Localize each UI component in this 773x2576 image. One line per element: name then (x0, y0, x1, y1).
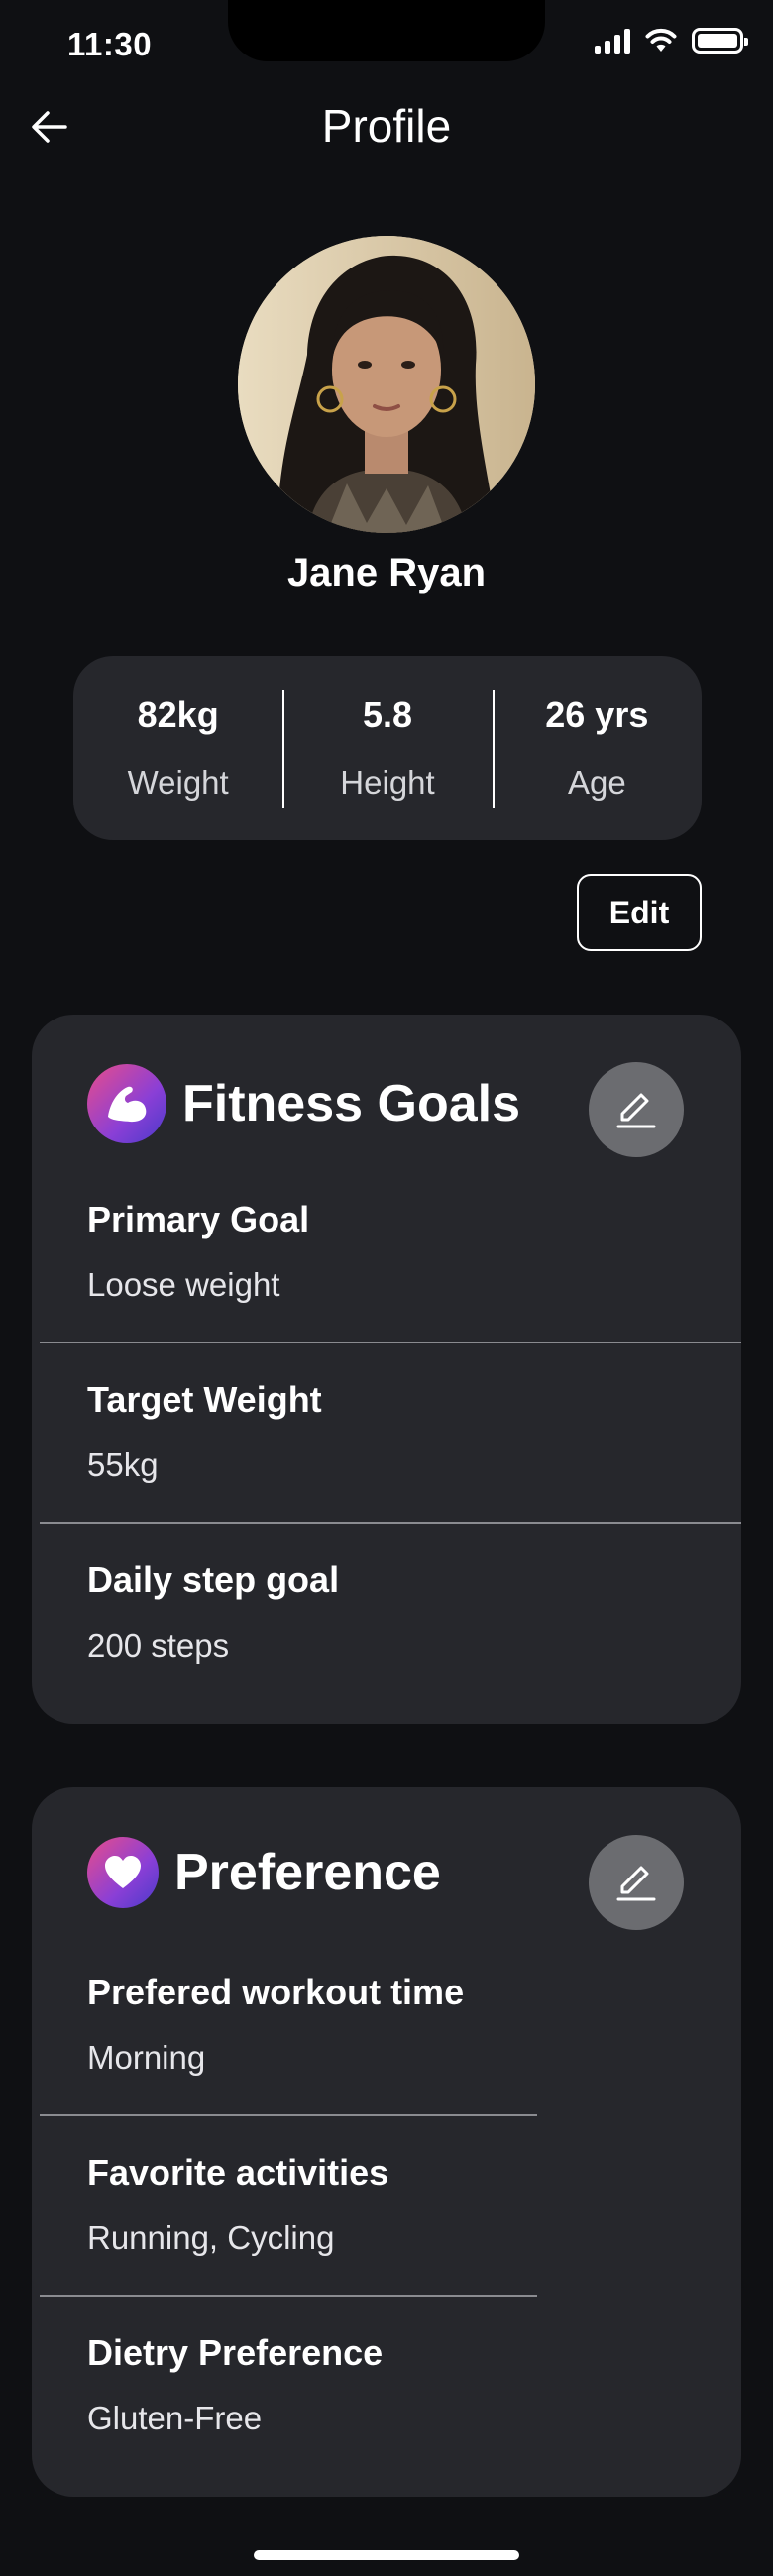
field-value: Loose weight (87, 1266, 280, 1303)
page-title: Profile (321, 100, 452, 152)
fitness-goals-badge (87, 1064, 166, 1143)
field-label: Favorite activities (87, 2152, 389, 2193)
divider (40, 2295, 537, 2297)
edit-fitness-goals-button[interactable] (589, 1062, 684, 1157)
field-label: Daily step goal (87, 1559, 340, 1600)
stat-age: 26 yrs Age (492, 656, 702, 840)
status-icons (595, 28, 748, 54)
preference-badge (87, 1837, 159, 1908)
preference-card: Preference Prefered workout time Morning… (32, 1787, 741, 2497)
field-label: Primary Goal (87, 1199, 310, 1239)
field-dietry-preference: Dietry Preference Gluten-Free (87, 2332, 383, 2437)
preference-title: Preference (174, 1844, 441, 1901)
stat-label: Height (340, 764, 435, 801)
field-label: Dietry Preference (87, 2332, 384, 2373)
pencil-icon (616, 1093, 656, 1128)
wifi-icon (645, 28, 677, 52)
field-target-weight: Target Weight 55kg (87, 1379, 322, 1484)
battery-icon (692, 28, 748, 54)
divider (40, 2114, 537, 2116)
field-value: Morning (87, 2039, 206, 2076)
pencil-icon (616, 1866, 656, 1901)
stat-weight: 82kg Weight (73, 656, 282, 840)
device-notch (228, 0, 545, 61)
heart-icon (105, 1856, 141, 1888)
edit-preference-button[interactable] (589, 1835, 684, 1930)
field-value: 55kg (87, 1447, 159, 1483)
divider (40, 1342, 741, 1343)
preference-header: Preference (87, 1837, 441, 1908)
stat-value: 5.8 (362, 695, 413, 735)
stat-height: 5.8 Height (282, 656, 492, 840)
field-primary-goal: Primary Goal Loose weight (87, 1199, 309, 1304)
status-time: 11:30 (67, 26, 153, 62)
field-value: 200 steps (87, 1627, 230, 1664)
fitness-goals-title: Fitness Goals (182, 1075, 520, 1132)
home-indicator (254, 2550, 519, 2560)
field-value: Running, Cycling (87, 2219, 335, 2256)
divider (40, 1522, 741, 1524)
field-favorite-activities: Favorite activities Running, Cycling (87, 2152, 388, 2257)
flexed-bicep-icon (108, 1086, 147, 1123)
stats-card: 82kg Weight 5.8 Height 26 yrs Age (73, 656, 702, 840)
fitness-goals-card: Fitness Goals Primary Goal Loose weight … (32, 1015, 741, 1724)
stat-label: Age (567, 764, 626, 801)
stat-value: 82kg (137, 695, 219, 735)
field-value: Gluten-Free (87, 2400, 263, 2436)
status-bar: 11:30 (0, 0, 773, 89)
edit-profile-button[interactable]: Edit (577, 874, 702, 951)
cellular-signal-icon (595, 28, 630, 54)
user-name: Jane Ryan (286, 551, 487, 594)
field-daily-step-goal: Daily step goal 200 steps (87, 1559, 339, 1664)
field-label: Target Weight (87, 1379, 322, 1420)
stat-value: 26 yrs (545, 695, 649, 735)
field-label: Prefered workout time (87, 1972, 465, 2012)
field-prefered-workout-time: Prefered workout time Morning (87, 1972, 464, 2077)
stat-label: Weight (127, 764, 229, 801)
avatar (238, 236, 535, 533)
fitness-goals-header: Fitness Goals (87, 1064, 520, 1143)
